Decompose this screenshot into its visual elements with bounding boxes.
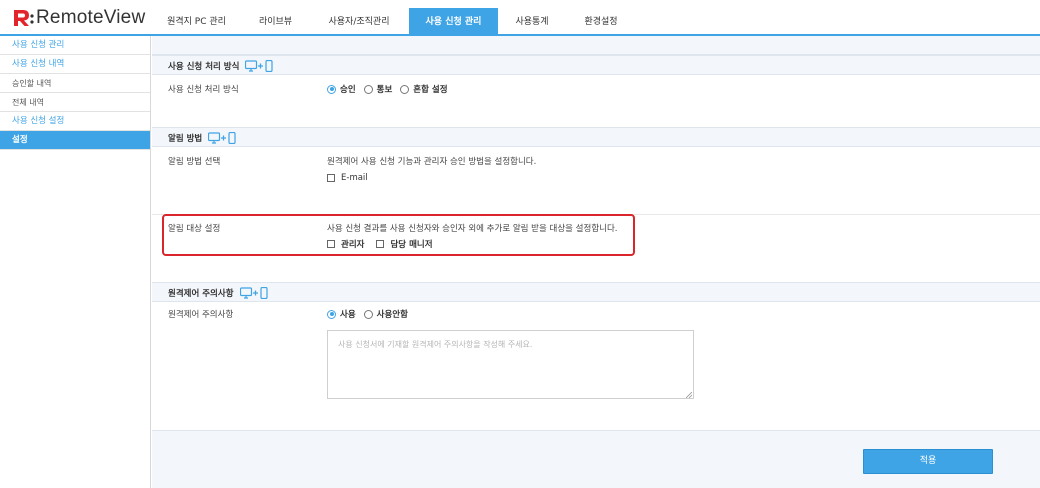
sidebar-item-usage-request-settings[interactable]: 사용 신청 설정 — [0, 112, 150, 131]
sidebar-item-pending-approval[interactable]: 승인할 내역 — [0, 74, 150, 93]
remoteview-logo-icon — [12, 8, 34, 28]
sidebar-item-usage-request-mgmt[interactable]: 사용 신청 관리 — [0, 36, 150, 55]
notification-target-options: 관리자 담당 매니저 — [327, 238, 445, 250]
radio-notify[interactable] — [363, 84, 373, 94]
tab-usage-request[interactable]: 사용 신청 관리 — [409, 8, 498, 36]
processing-row-label: 사용 신청 처리 방식 — [168, 85, 239, 95]
checkbox-manager[interactable] — [376, 240, 385, 248]
checkbox-email[interactable] — [327, 174, 335, 182]
notification-target-desc: 사용 신청 결과를 사용 신청자와 승인자 외에 추가로 알림 받을 대상을 설… — [327, 224, 618, 234]
radio-use[interactable] — [327, 309, 336, 319]
caution-radio-group: 사용 사용안함 — [327, 308, 416, 320]
monitor-plus-phone-icon — [208, 132, 238, 144]
tab-settings[interactable]: 환경설정 — [566, 8, 636, 36]
tab-user-org[interactable]: 사용자/조직관리 — [309, 8, 409, 36]
tab-statistics[interactable]: 사용통계 — [498, 8, 566, 36]
section-caution-title: 원격제어 주의사항 — [168, 289, 234, 299]
top-bar: RemoteView 원격지 PC 관리 라이브뷰 사용자/조직관리 사용 신청… — [0, 0, 1040, 36]
notification-method-label: 알림 방법 선택 — [168, 157, 221, 167]
section-caution-header: 원격제어 주의사항 — [152, 282, 1040, 302]
radio-not-use[interactable] — [363, 309, 373, 319]
section-processing-title: 사용 신청 처리 방식 — [168, 62, 240, 72]
monitor-plus-phone-icon — [239, 287, 270, 299]
radio-mixed[interactable] — [400, 84, 410, 94]
logo[interactable]: RemoteView — [12, 7, 145, 29]
caution-textarea[interactable]: 사용 신청서에 기재할 원격제어 주의사항을 작성해 주세요. — [327, 330, 694, 399]
logo-text: RemoteView — [36, 7, 146, 28]
section-notification-header: 알림 방법 — [152, 127, 1040, 147]
radio-approve[interactable] — [327, 84, 336, 94]
caution-placeholder: 사용 신청서에 기재할 원격제어 주의사항을 작성해 주세요. — [338, 340, 533, 349]
top-strip — [152, 36, 1040, 55]
notification-method-desc: 원격제어 사용 신청 기능과 관리자 승인 방법을 설정합니다. — [327, 157, 537, 167]
caution-row-label: 원격제어 주의사항 — [168, 310, 234, 320]
sidebar: 사용 신청 관리 사용 신청 내역 승인할 내역 전체 내역 사용 신청 설정 … — [0, 36, 151, 488]
checkbox-admin[interactable] — [327, 240, 335, 248]
processing-radio-group: 승인 통보 혼합 설정 — [327, 83, 456, 95]
tab-remote-pc[interactable]: 원격지 PC 관리 — [151, 8, 242, 36]
sidebar-item-usage-request-history[interactable]: 사용 신청 내역 — [0, 55, 150, 74]
sidebar-item-all-history[interactable]: 전체 내역 — [0, 93, 150, 112]
section-notification-title: 알림 방법 — [168, 134, 203, 144]
main-nav: 원격지 PC 관리 라이브뷰 사용자/조직관리 사용 신청 관리 사용통계 환경… — [151, 8, 636, 36]
sidebar-item-settings[interactable]: 설정 — [0, 131, 150, 150]
notification-method-options: E-mail — [327, 173, 380, 183]
tab-liveview[interactable]: 라이브뷰 — [242, 8, 309, 36]
main-content: 사용 신청 처리 방식 사용 신청 처리 방식 승인 통보 혼합 설정 알림 방… — [152, 36, 1040, 488]
apply-button[interactable]: 적용 — [863, 449, 993, 474]
resize-handle-icon[interactable] — [685, 391, 693, 399]
monitor-plus-phone-icon — [245, 60, 275, 72]
section-processing-header: 사용 신청 처리 방식 — [152, 55, 1040, 75]
notification-target-label: 알림 대상 설정 — [168, 224, 221, 234]
